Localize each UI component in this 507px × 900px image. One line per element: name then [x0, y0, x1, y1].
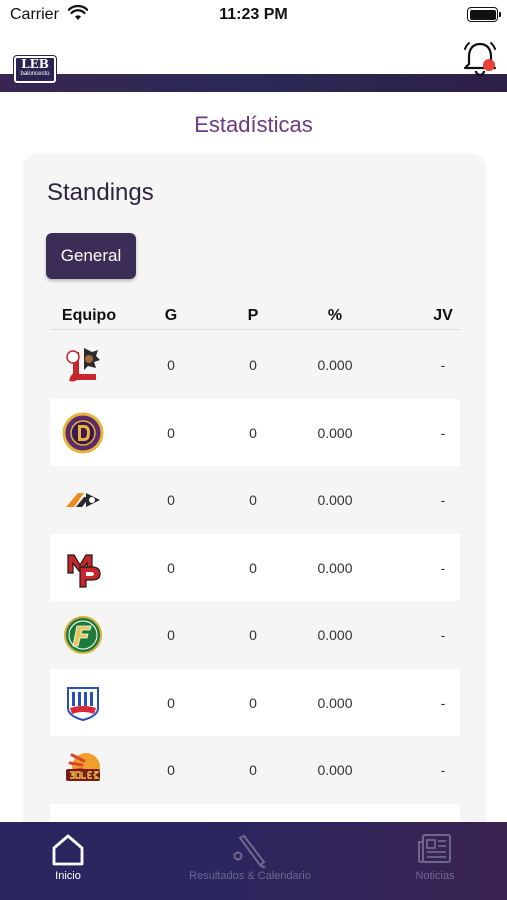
team-logo-5: [64, 616, 102, 654]
logo-subtext: baloncesto: [20, 71, 50, 77]
header-band: [0, 74, 507, 92]
cell-g: 0: [167, 762, 175, 778]
tab-bar: Inicio Resultados & Calendario Noticias: [0, 822, 507, 900]
cell-p: 0: [249, 424, 257, 441]
table-row-partial: [50, 803, 460, 824]
cell-jv: -: [440, 627, 446, 643]
table-row[interactable]: 0 0 0.000 -: [50, 466, 460, 534]
column-header-pct[interactable]: %: [320, 307, 350, 325]
column-header-jv[interactable]: JV: [425, 307, 461, 325]
column-header-equipo[interactable]: Equipo: [50, 307, 128, 325]
cell-p: 0: [249, 559, 257, 576]
status-bar: Carrier 11:23 PM: [0, 0, 507, 32]
bell-icon[interactable]: [460, 40, 500, 78]
cell-jv: -: [440, 424, 446, 441]
cell-g: 0: [167, 694, 175, 711]
page-title: Estadísticas: [194, 112, 313, 137]
cell-pct: 0.000: [317, 627, 353, 643]
table-row[interactable]: 0 0 0.000 -: [50, 398, 460, 466]
cell-jv: -: [440, 694, 446, 711]
cell-jv: -: [440, 492, 446, 508]
tab-label-inicio: Inicio: [55, 870, 81, 882]
cell-p: 0: [249, 694, 257, 711]
cell-p: 0: [249, 627, 257, 643]
battery-icon: [467, 7, 501, 22]
tab-inicio[interactable]: Inicio: [28, 822, 108, 900]
cell-pct: 0.000: [317, 559, 353, 576]
table-header: Equipo G P % JV: [50, 302, 460, 330]
news-icon: [418, 834, 451, 863]
app-header: LEB baloncesto: [0, 32, 507, 92]
cell-p: 0: [249, 762, 257, 778]
standings-card: Standings General Equipo G P % JV 0 0 0.…: [24, 154, 485, 854]
cell-pct: 0.000: [317, 762, 353, 778]
table-row[interactable]: 0 0 0.000 -: [50, 736, 460, 804]
logo-text: LEB: [21, 57, 49, 71]
cell-p: 0: [249, 357, 257, 373]
cell-pct: 0.000: [317, 492, 353, 508]
table-row[interactable]: 0 0 0.000 -: [50, 601, 460, 669]
cell-g: 0: [167, 627, 175, 643]
tab-resultados[interactable]: Resultados & Calendario: [180, 822, 320, 900]
cell-pct: 0.000: [317, 694, 353, 711]
cell-pct: 0.000: [317, 357, 353, 373]
cell-jv: -: [440, 357, 446, 373]
cell-jv: -: [440, 762, 446, 778]
tab-label-noticias: Noticias: [415, 870, 455, 882]
standings-rows: 0 0 0.000 - 0 0 0.000 - 0 0 0.000 - 0 0 …: [50, 331, 460, 824]
cell-g: 0: [167, 492, 175, 508]
general-filter-button[interactable]: General: [46, 233, 136, 279]
team-logo-6: [67, 686, 99, 721]
bat-icon: [233, 834, 266, 868]
cell-jv: -: [440, 559, 446, 576]
column-header-g[interactable]: G: [156, 307, 186, 325]
notification-dot: [483, 59, 495, 71]
home-icon: [52, 834, 84, 866]
team-logo-7: [66, 753, 101, 781]
cell-g: 0: [167, 559, 175, 576]
tab-noticias[interactable]: Noticias: [400, 822, 470, 900]
cell-g: 0: [167, 424, 175, 441]
table-row[interactable]: 0 0 0.000 -: [50, 533, 460, 601]
cell-p: 0: [249, 492, 257, 508]
column-header-p[interactable]: P: [238, 307, 268, 325]
team-logo-1: [66, 348, 100, 382]
tab-label-resultados: Resultados & Calendario: [189, 870, 311, 882]
table-row[interactable]: 0 0 0.000 -: [50, 331, 460, 399]
team-logo-4: [67, 553, 101, 588]
table-row[interactable]: 0 0 0.000 -: [50, 668, 460, 736]
team-logo-3: [66, 493, 100, 507]
team-logo-2: [62, 412, 104, 453]
cell-g: 0: [167, 357, 175, 373]
clock: 11:23 PM: [219, 6, 288, 23]
standings-title: Standings: [47, 179, 154, 206]
cell-pct: 0.000: [317, 424, 353, 441]
app-logo[interactable]: LEB baloncesto: [14, 56, 56, 83]
